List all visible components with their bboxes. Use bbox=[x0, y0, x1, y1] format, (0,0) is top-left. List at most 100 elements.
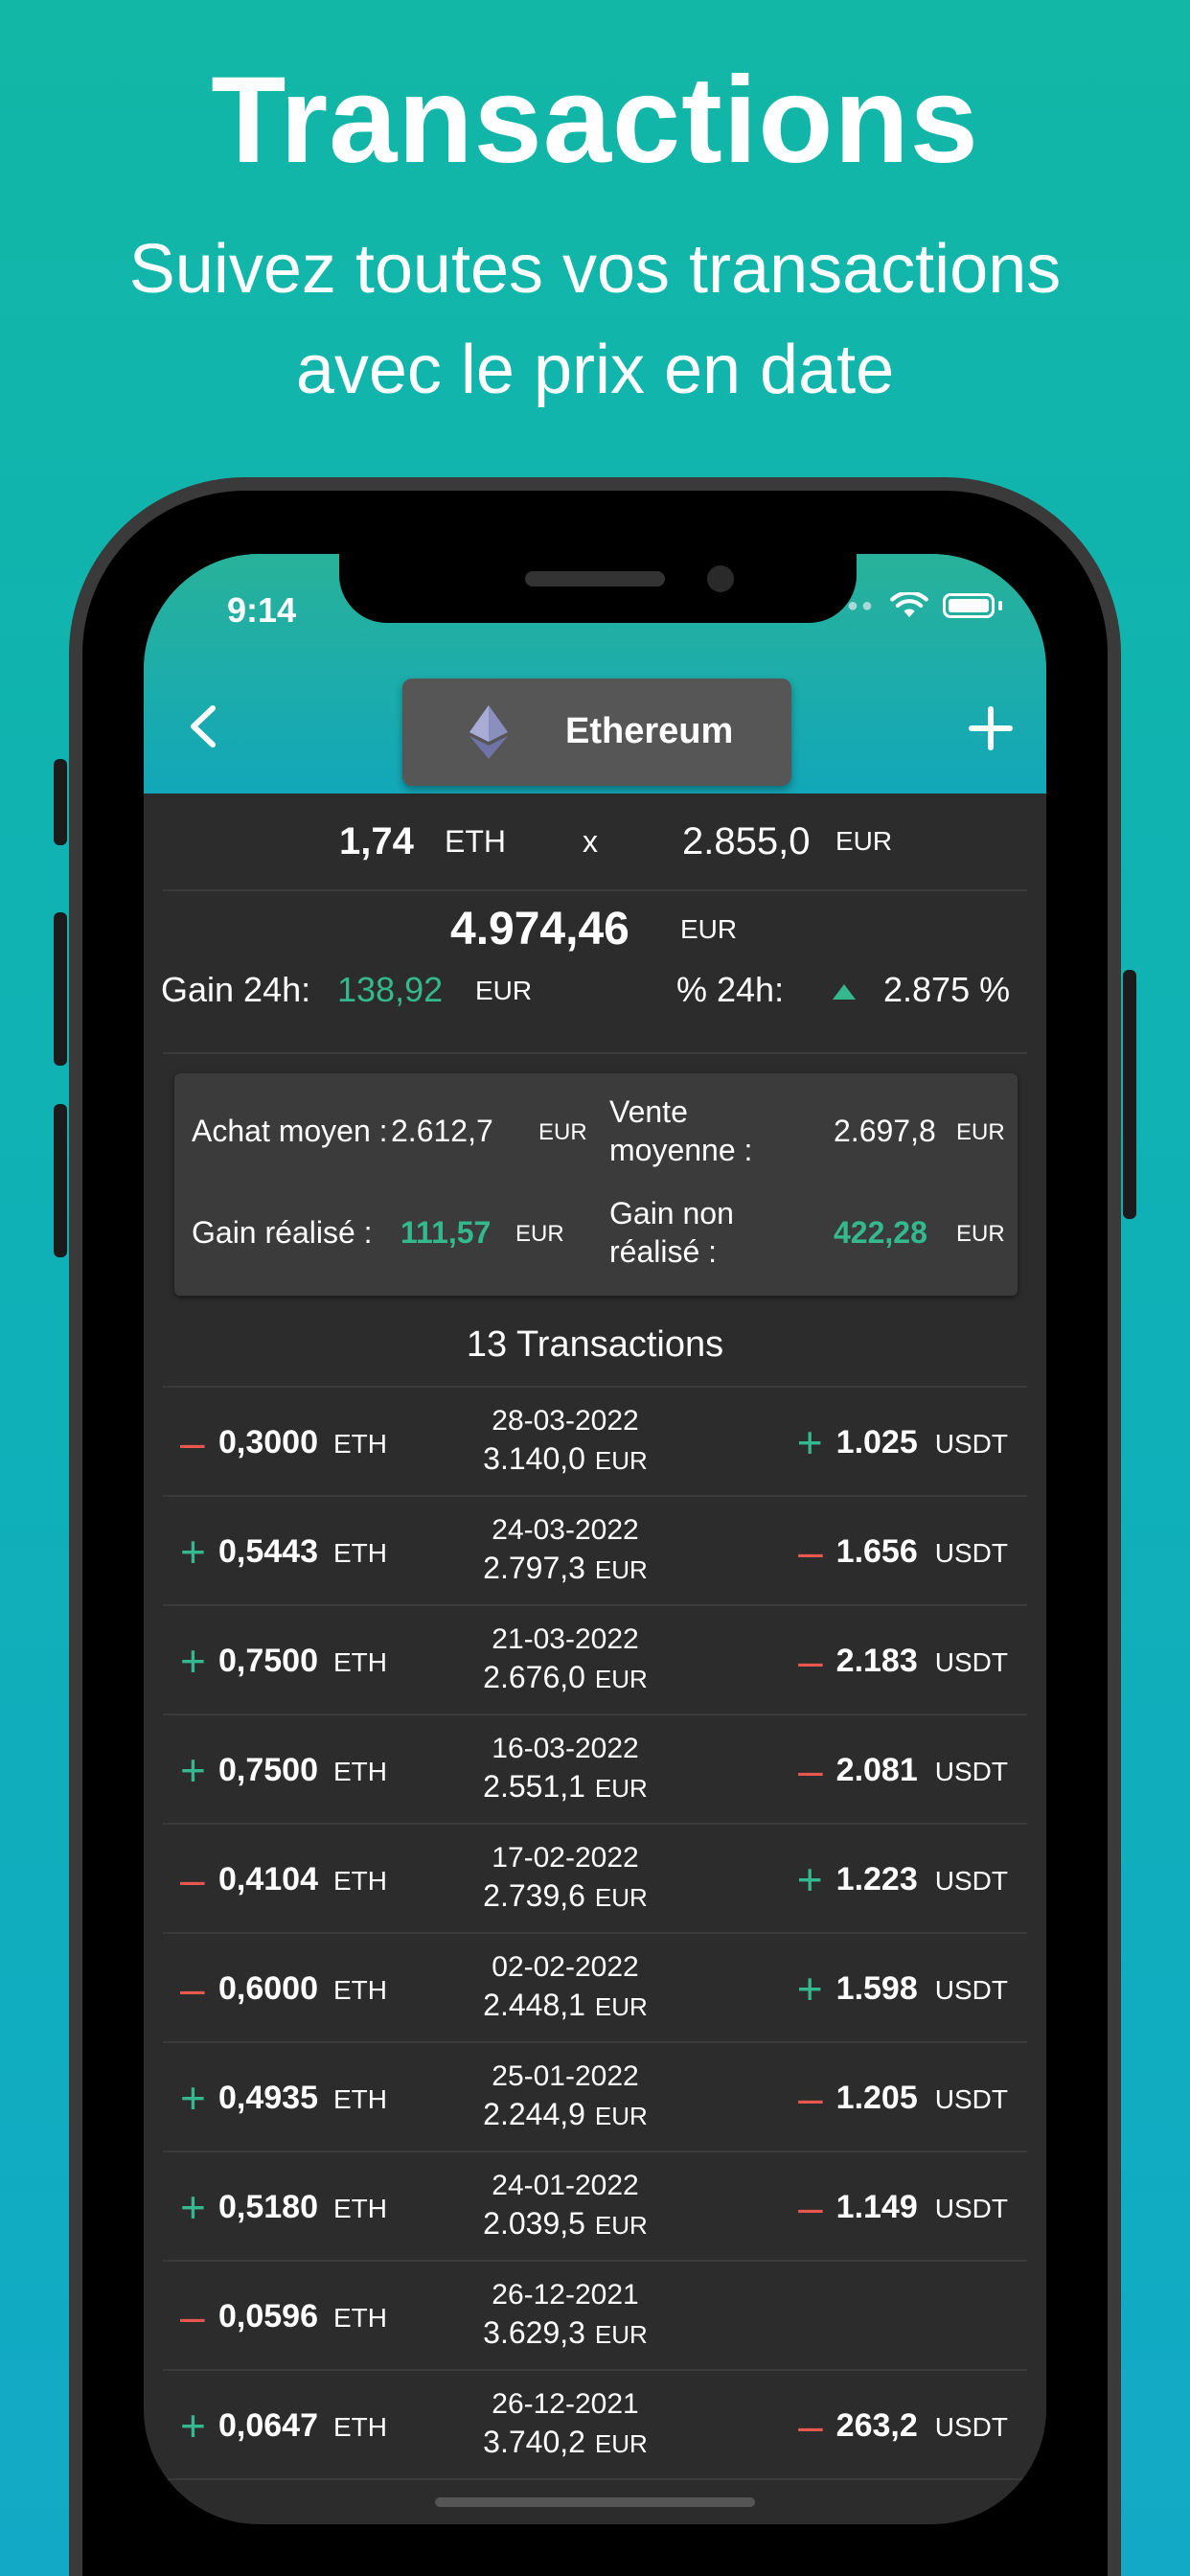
pct-24h-value: 2.875 % bbox=[883, 970, 1011, 1009]
nav-header: 9:14 ●●●● Ethereum bbox=[144, 554, 1046, 794]
counter-sign: – bbox=[798, 2182, 823, 2232]
battery-cap bbox=[998, 601, 1002, 610]
holding-quantity: 1,74 bbox=[339, 820, 414, 862]
direction-sign: + bbox=[180, 1527, 206, 1576]
counter-sign: + bbox=[796, 1964, 823, 2013]
transaction-row[interactable]: +0,5443 ETH 24-03-2022 2.797,3 EUR –1.656 USDT bbox=[163, 1497, 1027, 1606]
eth-amount-value: 0,5443 bbox=[218, 1533, 318, 1570]
transaction-date: 26-12-2021 bbox=[492, 2279, 639, 2311]
coin-name: Ethereum bbox=[565, 711, 734, 751]
counter-amount-value: 1.025 bbox=[835, 1423, 918, 1460]
transaction-date: 24-03-2022 bbox=[492, 1514, 639, 1546]
transaction-row[interactable]: –0,6000 ETH 02-02-2022 2.448,1 EUR +1.598 USDT bbox=[163, 1934, 1027, 2043]
counter-amount-value-group: 1.598 USDT bbox=[836, 1970, 1008, 2008]
transaction-row[interactable]: –0,3000 ETH 28-03-2022 3.140,0 EUR +1.025 USDT bbox=[163, 1388, 1027, 1497]
counter-amount-value: 1.656 bbox=[835, 1532, 918, 1570]
row-divider bbox=[163, 2478, 1027, 2480]
ethereum-icon bbox=[469, 705, 508, 759]
counter-amount: –263,2 USDT bbox=[798, 2400, 1008, 2451]
avg-sell-label-line-1: Vente bbox=[609, 1094, 688, 1129]
counter-sign: + bbox=[796, 1417, 823, 1467]
coin-selector-button[interactable]: Ethereum bbox=[402, 678, 791, 786]
transaction-price-value: 2.448,1 bbox=[483, 1988, 585, 2022]
transaction-date: 21-03-2022 bbox=[492, 1623, 639, 1655]
counter-sign: – bbox=[798, 2401, 823, 2450]
counter-amount: +1.025 USDT bbox=[797, 1416, 1008, 1468]
direction-sign: – bbox=[180, 1417, 205, 1467]
transaction-price-value: 2.797,3 bbox=[483, 1551, 585, 1585]
transaction-row[interactable]: –0,4104 ETH 17-02-2022 2.739,6 EUR +1.223 USDT bbox=[163, 1825, 1027, 1934]
transaction-price-unit: EUR bbox=[594, 1665, 648, 1693]
times-sign: x bbox=[583, 824, 598, 859]
eth-amount-unit: ETH bbox=[333, 1538, 387, 1568]
counter-amount-value-group: 2.081 USDT bbox=[836, 1752, 1008, 1789]
transaction-row[interactable]: –0,0596 ETH 26-12-2021 3.629,3 EUR bbox=[163, 2262, 1027, 2371]
promo-subtitle-line-2: avec le prix en date bbox=[295, 332, 895, 408]
eth-amount-value: 0,7500 bbox=[218, 1752, 318, 1788]
volume-up-button bbox=[54, 912, 67, 1066]
total-value-unit: EUR bbox=[680, 914, 738, 944]
eth-amount: 0,5443 ETH bbox=[218, 1533, 387, 1571]
counter-amount-unit: USDT bbox=[934, 1756, 1008, 1786]
power-button bbox=[1123, 970, 1136, 1219]
transaction-price: 3.740,2 EUR bbox=[450, 2425, 680, 2460]
counter-amount-value: 2.081 bbox=[835, 1751, 918, 1788]
counter-amount-unit: USDT bbox=[934, 2083, 1008, 2114]
eth-amount-value: 0,6000 bbox=[218, 1970, 318, 2007]
divider bbox=[163, 1052, 1027, 1054]
transaction-price: 2.739,6 EUR bbox=[450, 1878, 680, 1914]
eth-amount-unit: ETH bbox=[333, 2412, 387, 2442]
transaction-price-unit: EUR bbox=[594, 1992, 648, 2021]
avg-buy-label: Achat moyen : bbox=[192, 1114, 388, 1148]
direction-sign: + bbox=[180, 1636, 206, 1686]
device-notch bbox=[339, 554, 857, 623]
eth-amount-unit: ETH bbox=[333, 1429, 387, 1459]
counter-amount-unit: USDT bbox=[934, 2411, 1008, 2442]
transaction-price-unit: EUR bbox=[594, 2429, 648, 2458]
transaction-price: 2.551,1 EUR bbox=[450, 1769, 680, 1805]
transaction-row[interactable]: +0,4935 ETH 25-01-2022 2.244,9 EUR –1.205 USDT bbox=[163, 2043, 1027, 2152]
eth-amount-unit: ETH bbox=[333, 2194, 387, 2223]
transaction-price-unit: EUR bbox=[594, 2320, 648, 2349]
gain-24h-value: 138,92 bbox=[337, 970, 444, 1009]
summary-card: Achat moyen : 2.612,7 EUR Vente moyenne … bbox=[174, 1073, 1018, 1296]
counter-amount: –2.081 USDT bbox=[798, 1744, 1008, 1796]
phone-frame: 9:14 ●●●● Ethereum 1,74 ETH x 2.855,0 EU… bbox=[54, 491, 1136, 2576]
counter-amount-value-group: 1.223 USDT bbox=[836, 1861, 1008, 1898]
transaction-date: 28-03-2022 bbox=[492, 1405, 639, 1437]
add-transaction-plus-icon[interactable] bbox=[968, 705, 1014, 751]
eth-amount: 0,5180 ETH bbox=[218, 2189, 387, 2226]
volume-down-button bbox=[54, 1104, 67, 1257]
transaction-price-unit: EUR bbox=[594, 1446, 648, 1475]
transaction-price-value: 3.740,2 bbox=[483, 2425, 585, 2459]
transaction-price: 2.448,1 EUR bbox=[450, 1988, 680, 2023]
transaction-row[interactable]: +0,0647 ETH 26-12-2021 3.740,2 EUR –263,2 USDT bbox=[163, 2371, 1027, 2480]
counter-amount-unit: USDT bbox=[934, 1865, 1008, 1896]
transaction-row[interactable]: +0,7500 ETH 21-03-2022 2.676,0 EUR –2.183 USDT bbox=[163, 1606, 1027, 1715]
counter-amount-unit: USDT bbox=[934, 2193, 1008, 2223]
eth-amount-unit: ETH bbox=[333, 1866, 387, 1896]
counter-amount-unit: USDT bbox=[934, 1974, 1008, 2005]
transaction-price-unit: EUR bbox=[594, 1774, 648, 1803]
eth-amount-value: 0,0596 bbox=[218, 2298, 318, 2334]
eth-amount: 0,0596 ETH bbox=[218, 2298, 387, 2335]
transaction-date: 25-01-2022 bbox=[492, 2060, 639, 2092]
counter-amount-value: 263,2 bbox=[835, 2406, 918, 2444]
counter-amount-unit: USDT bbox=[934, 1646, 1008, 1677]
transaction-price-unit: EUR bbox=[594, 1883, 648, 1912]
transaction-row[interactable]: +0,7500 ETH 16-03-2022 2.551,1 EUR –2.081 USDT bbox=[163, 1715, 1027, 1825]
realized-gain-unit: EUR bbox=[515, 1221, 564, 1247]
current-price-unit: EUR bbox=[835, 826, 893, 856]
transaction-price: 2.676,0 EUR bbox=[450, 1660, 680, 1695]
counter-amount-value-group: 1.205 USDT bbox=[836, 2080, 1008, 2117]
transaction-price-value: 2.551,1 bbox=[483, 1769, 585, 1804]
counter-amount-value: 1.223 bbox=[835, 1860, 918, 1898]
transaction-price-value: 2.244,9 bbox=[483, 2097, 585, 2131]
counter-amount-value: 1.205 bbox=[835, 2079, 918, 2116]
front-camera bbox=[707, 565, 734, 592]
transaction-row[interactable]: +0,5180 ETH 24-01-2022 2.039,5 EUR –1.149 USDT bbox=[163, 2152, 1027, 2262]
back-chevron-icon[interactable] bbox=[184, 702, 222, 750]
transaction-price: 3.629,3 EUR bbox=[450, 2315, 680, 2351]
direction-sign: + bbox=[180, 2401, 206, 2450]
counter-amount-value: 2.183 bbox=[835, 1642, 918, 1679]
